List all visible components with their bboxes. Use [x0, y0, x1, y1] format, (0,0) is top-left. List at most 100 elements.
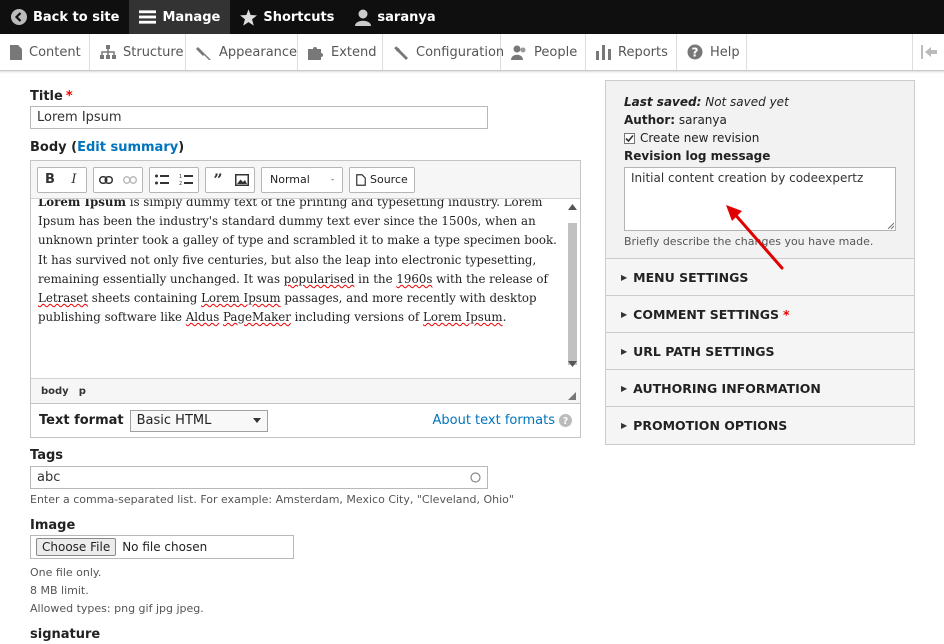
user-tab[interactable]: saranya [344, 0, 445, 34]
editor-toolbar: B I 12 ” Normal - Source [31, 161, 580, 199]
editor-text-segment: sheets containing [88, 291, 202, 306]
resize-handle-icon[interactable] [568, 392, 576, 400]
body-label: Body (Edit summary) [30, 140, 185, 155]
section-title: COMMENT SETTINGS [633, 306, 779, 322]
manage-label: Manage [162, 9, 221, 25]
svg-text:1: 1 [179, 174, 182, 180]
bar-chart-icon [596, 44, 611, 60]
source-button[interactable]: Source [349, 166, 415, 193]
tags-input[interactable]: abc [30, 466, 488, 489]
bold-button[interactable]: B [38, 168, 62, 192]
tray-item-reports[interactable]: Reports [586, 34, 677, 70]
image-file-input[interactable]: Choose File No file chosen [30, 535, 294, 559]
tray-item-people[interactable]: People [501, 34, 586, 70]
body-label-text: Body [30, 140, 67, 155]
node-form: Title * Lorem Ipsum Body (Edit summary) B… [30, 80, 582, 642]
editor-text-segment: . [502, 310, 507, 325]
tags-label: Tags [30, 448, 64, 463]
editor-scrollbar[interactable] [567, 201, 578, 377]
rich-text-editor: B I 12 ” Normal - Source Lorem Ipsum is … [30, 160, 581, 404]
bulleted-list-button[interactable] [150, 168, 174, 192]
blockquote-button[interactable]: ” [206, 168, 230, 192]
admin-toolbar: Back to site Manage Shortcuts saranya [0, 0, 944, 34]
url-path-settings-section[interactable]: ▶ URL PATH SETTINGS [606, 333, 914, 370]
tray-item-help[interactable]: ? Help [677, 34, 747, 70]
title-field: Title * Lorem Ipsum [30, 89, 582, 129]
format-dropdown[interactable]: Normal - [261, 166, 343, 193]
create-revision-checkbox[interactable] [624, 132, 635, 144]
section-title: AUTHORING INFORMATION [633, 380, 821, 396]
manage-tab[interactable]: Manage [129, 0, 231, 34]
unlink-button[interactable] [118, 168, 142, 192]
tray-item-label: Extend [331, 44, 377, 60]
triangle-right-icon: ▶ [621, 421, 628, 430]
title-label: Title * [30, 89, 582, 104]
back-to-site-label: Back to site [33, 9, 120, 25]
spellcheck-word: Aldus [185, 310, 220, 325]
comment-settings-section[interactable]: ▶ COMMENT SETTINGS * [606, 296, 914, 333]
tags-field: Tags abc Enter a comma-separated list. F… [30, 448, 582, 506]
triangle-right-icon: ▶ [621, 383, 628, 393]
tray-item-label: Appearance [219, 44, 298, 60]
editor-text: Lorem Ipsum is simply dummy text of the … [38, 199, 558, 327]
image-desc-line: Allowed types: png gif jpg jpeg. [30, 602, 204, 615]
shortcuts-label: Shortcuts [263, 9, 335, 25]
text-format-row: Text format Basic HTML About text format… [30, 404, 581, 438]
about-text-formats-link[interactable]: About text formats? [432, 413, 572, 428]
admin-tray: Content Structure Appearance Extend Conf… [0, 34, 944, 71]
create-revision-row: Create new revision [624, 131, 896, 145]
text-format-value: Basic HTML [136, 413, 212, 428]
textarea-resize-icon[interactable] [887, 222, 894, 229]
title-input[interactable]: Lorem Ipsum [30, 106, 488, 129]
revision-log-label: Revision log message [624, 149, 771, 163]
text-format-select[interactable]: Basic HTML [129, 409, 268, 432]
tray-item-extend[interactable]: Extend [298, 34, 383, 70]
tray-item-configuration[interactable]: Configuration [383, 34, 504, 70]
tray-item-appearance[interactable]: Appearance [186, 34, 298, 70]
create-revision-label: Create new revision [640, 131, 760, 145]
text-format-label: Text format [39, 413, 124, 428]
path-p[interactable]: p [79, 386, 86, 397]
tray-item-label: Content [29, 44, 81, 60]
scrollbar-thumb[interactable] [568, 223, 577, 365]
promotion-options-section[interactable]: ▶ PROMOTION OPTIONS [606, 407, 914, 444]
back-to-site-link[interactable]: Back to site [0, 0, 129, 34]
triangle-right-icon: ▶ [621, 309, 628, 319]
user-icon [354, 9, 371, 26]
dropdown-arrow-icon: - [331, 175, 334, 184]
revision-log-value: Initial content creation by codeexpertz [631, 171, 864, 185]
paint-brush-icon [196, 46, 211, 60]
image-button[interactable] [230, 168, 254, 192]
tray-orientation-toggle[interactable] [912, 34, 944, 70]
help-icon: ? [559, 414, 572, 427]
scroll-down-icon [568, 361, 577, 367]
last-saved-label: Last saved: [624, 95, 702, 109]
numbered-list-icon: 12 [179, 174, 193, 185]
last-saved-value: Not saved yet [705, 95, 789, 109]
tray-item-structure[interactable]: Structure [90, 34, 186, 70]
tray-item-content[interactable]: Content [0, 34, 90, 70]
link-button[interactable] [94, 168, 118, 192]
numbered-list-button[interactable]: 12 [174, 168, 198, 192]
authoring-information-section[interactable]: ▶ AUTHORING INFORMATION [606, 370, 914, 407]
tray-item-label: People [534, 44, 578, 60]
puzzle-icon [308, 46, 323, 60]
edit-summary-link[interactable]: Edit summary [77, 140, 178, 155]
hamburger-icon [139, 9, 157, 26]
tags-input-value: abc [37, 470, 61, 485]
italic-button[interactable]: I [62, 168, 86, 192]
author-value: saranya [678, 113, 727, 127]
path-body[interactable]: body [41, 386, 69, 397]
section-title: URL PATH SETTINGS [633, 343, 775, 359]
shortcuts-tab[interactable]: Shortcuts [230, 0, 344, 34]
image-label: Image [30, 518, 76, 533]
editor-text-bold: Lorem Ipsum [38, 199, 126, 209]
chevron-down-icon [252, 418, 261, 423]
spellcheck-word: Letraset [38, 291, 89, 306]
choose-file-button[interactable]: Choose File [36, 538, 117, 556]
basic-styles-group: B I [37, 166, 87, 193]
arrow-left-circle-icon [10, 9, 27, 26]
editor-content-area[interactable]: Lorem Ipsum is simply dummy text of the … [31, 199, 580, 379]
document-icon [10, 44, 22, 60]
svg-text:2: 2 [179, 181, 182, 185]
